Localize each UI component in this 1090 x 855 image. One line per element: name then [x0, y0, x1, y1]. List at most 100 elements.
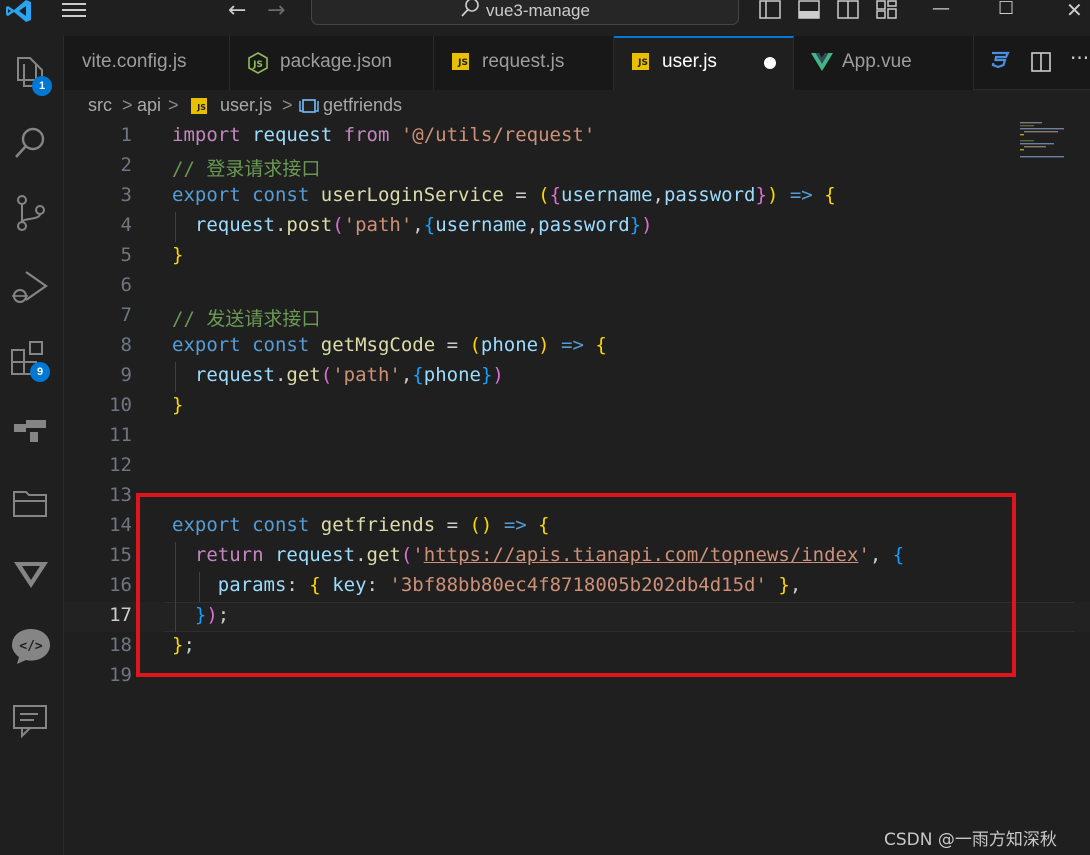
indent-guide	[175, 212, 176, 242]
code-token: =	[503, 184, 539, 206]
line-number: 18	[109, 634, 132, 656]
json-icon: JS	[248, 52, 268, 74]
maximize-icon[interactable]: ☐	[998, 0, 1014, 19]
more-actions-icon[interactable]: ···	[1070, 46, 1089, 70]
source-control-icon[interactable]	[8, 190, 54, 236]
vue-icon[interactable]	[8, 552, 54, 598]
css-icon[interactable]	[988, 51, 1012, 73]
code-line[interactable]: 3 export const userLoginService = ({usern…	[64, 182, 1090, 212]
code-token: (	[538, 184, 550, 206]
code-token: request	[252, 124, 333, 146]
line-number: 3	[120, 184, 132, 206]
breadcrumb: src > api > JS user.js > getfriends	[64, 90, 1090, 122]
code-text: // 登录请求接口	[172, 154, 320, 181]
code-line[interactable]: 7 // 发送请求接口	[64, 302, 1090, 332]
search-icon[interactable]	[8, 120, 54, 166]
minimize-icon[interactable]: —	[932, 0, 950, 19]
breadcrumb-src[interactable]: src	[88, 95, 112, 116]
code-token: ,	[400, 364, 413, 386]
close-icon[interactable]: ✕	[1066, 0, 1083, 22]
tab-app-vue[interactable]: App.vue	[794, 36, 974, 90]
code-token: get	[286, 364, 321, 386]
code-token: }	[480, 364, 493, 386]
code-line[interactable]: 9 request.get('path',{phone})	[64, 362, 1090, 392]
tab-vite-config[interactable]: vite.config.js	[64, 36, 230, 90]
code-editor[interactable]: 1 import request from '@/utils/request' 2 /…	[64, 122, 1090, 855]
symbol-variable-icon	[299, 99, 319, 113]
unsaved-dot-icon[interactable]	[764, 57, 776, 69]
code-token: phone	[480, 334, 539, 356]
line-number: 14	[109, 514, 132, 536]
code-line[interactable]: 4 request.post('path',{username,password…	[64, 212, 1090, 242]
toggle-secondary-sidebar-icon[interactable]	[836, 0, 860, 20]
code-token: (	[332, 214, 344, 236]
code-text: export const getMsgCode = (phone) => {	[172, 334, 607, 356]
toggle-primary-sidebar-icon[interactable]	[758, 0, 782, 20]
js-icon: JS	[191, 98, 207, 114]
line-number: 16	[109, 574, 132, 596]
breadcrumb-file[interactable]: user.js	[220, 95, 272, 116]
command-center-search[interactable]: vue3-manage	[311, 0, 739, 25]
back-arrow-icon[interactable]: ←	[228, 0, 246, 23]
code-chat-icon[interactable]: </>	[8, 624, 54, 670]
code-token: export	[172, 334, 241, 356]
code-token: export	[172, 184, 241, 206]
code-line[interactable]: 11	[64, 422, 1090, 452]
code-token: (	[320, 364, 333, 386]
title-bar: ← → vue3-manage — ☐ ✕	[0, 0, 1090, 36]
code-line[interactable]: 2 // 登录请求接口	[64, 152, 1090, 182]
code-line[interactable]: 6	[64, 272, 1090, 302]
code-token: =>	[789, 184, 813, 206]
menu-icon[interactable]	[60, 0, 88, 22]
code-token: }	[629, 214, 642, 236]
breadcrumb-api[interactable]: api	[137, 95, 161, 116]
code-token: (	[469, 334, 481, 356]
code-token: getMsgCode	[320, 334, 436, 356]
remote-explorer-icon[interactable]	[8, 408, 54, 454]
minimap[interactable]	[1020, 120, 1084, 160]
code-token: )	[492, 364, 504, 386]
line-number: 5	[120, 244, 132, 266]
explorer-icon[interactable]: 1	[8, 50, 54, 96]
code-token: {	[412, 364, 424, 386]
toggle-panel-icon[interactable]	[797, 0, 821, 20]
tab-request-js[interactable]: JS request.js	[434, 36, 614, 90]
customize-layout-icon[interactable]	[875, 0, 899, 20]
run-debug-icon[interactable]	[8, 264, 54, 310]
folder-icon[interactable]	[8, 480, 54, 526]
line-number: 11	[109, 424, 132, 446]
breadcrumb-separator: >	[168, 95, 179, 115]
code-text: import request from '@/utils/request'	[172, 124, 595, 146]
tab-package-json[interactable]: JS package.json	[230, 36, 434, 90]
code-token: .	[274, 364, 287, 386]
extensions-icon[interactable]: 9	[8, 336, 54, 382]
code-line[interactable]: 5}	[64, 242, 1090, 272]
code-token: .	[274, 214, 287, 236]
code-line[interactable]: 8 export const getMsgCode = (phone) => {	[64, 332, 1090, 362]
code-token: 'path'	[332, 364, 401, 386]
code-token: password	[538, 214, 630, 236]
code-token: from	[343, 124, 390, 146]
split-editor-icon[interactable]	[1030, 51, 1052, 73]
tab-user-js[interactable]: JS user.js	[614, 36, 794, 90]
code-line[interactable]: 10}	[64, 392, 1090, 422]
code-line[interactable]: 1 import request from '@/utils/request'	[64, 122, 1090, 152]
code-text: export const userLoginService = ({userna…	[172, 184, 836, 206]
code-line[interactable]: 12	[64, 452, 1090, 482]
code-token: )	[641, 214, 653, 236]
comment-icon[interactable]	[8, 696, 54, 742]
code-token: const	[252, 184, 310, 206]
code-token: }	[172, 394, 184, 416]
line-number: 8	[120, 334, 132, 356]
breadcrumb-symbol[interactable]: getfriends	[323, 95, 402, 116]
forward-arrow-icon[interactable]: →	[267, 0, 285, 23]
tab-label: user.js	[662, 51, 717, 72]
code-text: request.get('path',{phone})	[172, 364, 504, 386]
line-number: 15	[109, 544, 132, 566]
code-token: )	[538, 334, 550, 356]
